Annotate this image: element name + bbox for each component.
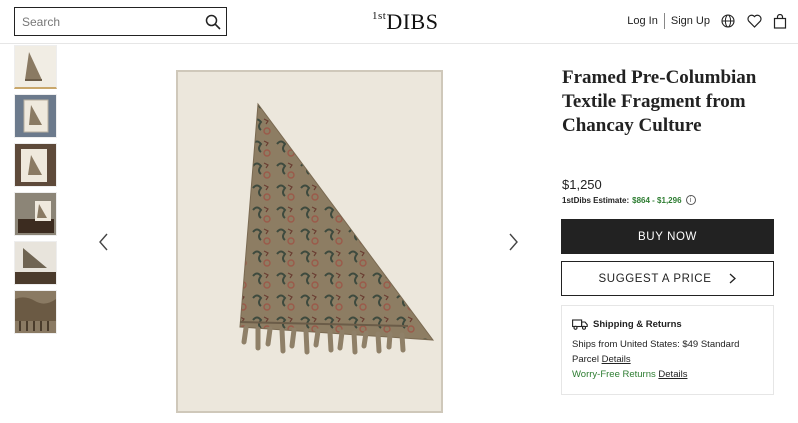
parcel-text: Parcel <box>572 354 599 365</box>
product-price: $1,250 <box>562 177 602 192</box>
shipping-heading-text: Shipping & Returns <box>593 318 682 330</box>
logo-text: DIBS <box>386 9 439 34</box>
signup-link[interactable]: Sign Up <box>671 15 710 27</box>
search-icon[interactable] <box>200 8 226 35</box>
suggest-price-label: SUGGEST A PRICE <box>598 272 712 285</box>
search-input[interactable] <box>15 8 200 35</box>
thumbnail-2[interactable] <box>14 94 57 138</box>
heart-icon[interactable] <box>746 13 762 29</box>
next-image-arrow[interactable] <box>506 232 520 252</box>
site-logo[interactable]: 1stDIBS <box>372 9 438 35</box>
nav-divider <box>663 13 665 29</box>
shipping-details-link[interactable]: Details <box>602 354 631 365</box>
truck-icon <box>572 318 588 330</box>
shipping-returns-card: Shipping & Returns Ships from United Sta… <box>561 305 774 395</box>
worry-free-returns: Worry-Free Returns <box>572 369 656 380</box>
price-estimate: 1stDibs Estimate: $864 - $1,296 i <box>562 195 696 205</box>
shipping-heading: Shipping & Returns <box>572 318 763 330</box>
top-header: 1stDIBS Log In Sign Up <box>0 0 798 44</box>
buy-now-button[interactable]: BUY NOW <box>561 219 774 254</box>
thumbnail-5[interactable] <box>14 241 57 285</box>
thumbnail-6[interactable] <box>14 290 57 334</box>
estimate-range: $864 - $1,296 <box>632 195 682 205</box>
thumbnail-4[interactable] <box>14 192 57 236</box>
search-box[interactable] <box>14 7 227 36</box>
returns-details-link[interactable]: Details <box>658 369 687 380</box>
logo-prefix: 1st <box>372 9 387 22</box>
info-icon[interactable]: i <box>685 195 696 205</box>
header-actions: Log In Sign Up <box>627 13 788 29</box>
thumbnail-1[interactable] <box>14 45 57 89</box>
shopping-bag-icon[interactable] <box>772 13 788 29</box>
thumbnail-list <box>14 45 57 339</box>
suggest-price-button[interactable]: SUGGEST A PRICE <box>561 261 774 296</box>
chevron-right-icon <box>729 273 737 284</box>
parcel-line: Parcel Details <box>572 352 763 367</box>
product-title: Framed Pre-Columbian Textile Fragment fr… <box>562 67 757 136</box>
previous-image-arrow[interactable] <box>97 232 111 252</box>
main-product-image[interactable] <box>176 70 443 413</box>
globe-icon[interactable] <box>720 13 736 29</box>
returns-line: Worry-Free Returns Details <box>572 367 763 382</box>
estimate-label: 1stDibs Estimate: <box>562 195 630 205</box>
ships-from-line: Ships from United States: $49 Standard <box>572 339 740 350</box>
login-link[interactable]: Log In <box>627 15 658 27</box>
shipping-details: Ships from United States: $49 Standard P… <box>572 337 763 382</box>
thumbnail-3[interactable] <box>14 143 57 187</box>
